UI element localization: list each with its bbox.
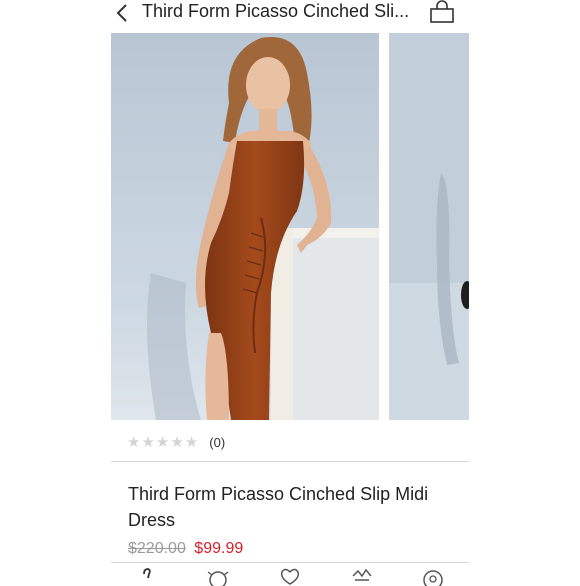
original-price: $220.00 [128, 540, 186, 557]
star-icon: ★ [141, 433, 155, 451]
explore-tab-icon[interactable] [205, 566, 231, 586]
rating-row: ★ ★ ★ ★ ★ (0) [127, 432, 225, 452]
star-icon: ★ [184, 433, 199, 451]
star-icon: ★ [127, 433, 141, 451]
likes-tab-icon[interactable] [277, 566, 303, 586]
sale-price: $99.99 [194, 540, 244, 557]
tab-bar-divider [111, 562, 469, 563]
news-tab-icon[interactable] [349, 566, 375, 586]
account-tab-icon[interactable] [420, 566, 446, 586]
price-row: $220.00 $99.99 [128, 540, 243, 558]
page-title: Third Form Picasso Cinched Sli... [142, 1, 410, 21]
star-icon: ★ [155, 433, 170, 451]
divider [111, 461, 469, 462]
closet-tab-icon[interactable] [134, 566, 160, 586]
header-bar: Third Form Picasso Cinched Sli... [0, 0, 580, 30]
rating-count[interactable]: (0) [209, 435, 225, 450]
shopping-bag-icon[interactable] [428, 0, 456, 24]
star-icon: ★ [170, 433, 184, 451]
product-name: Third Form Picasso Cinched Slip Midi Dre… [128, 484, 429, 530]
product-photo [111, 33, 379, 420]
product-photo-next [389, 33, 469, 420]
product-image-carousel[interactable] [111, 33, 469, 420]
chevron-left-icon[interactable] [114, 2, 132, 24]
